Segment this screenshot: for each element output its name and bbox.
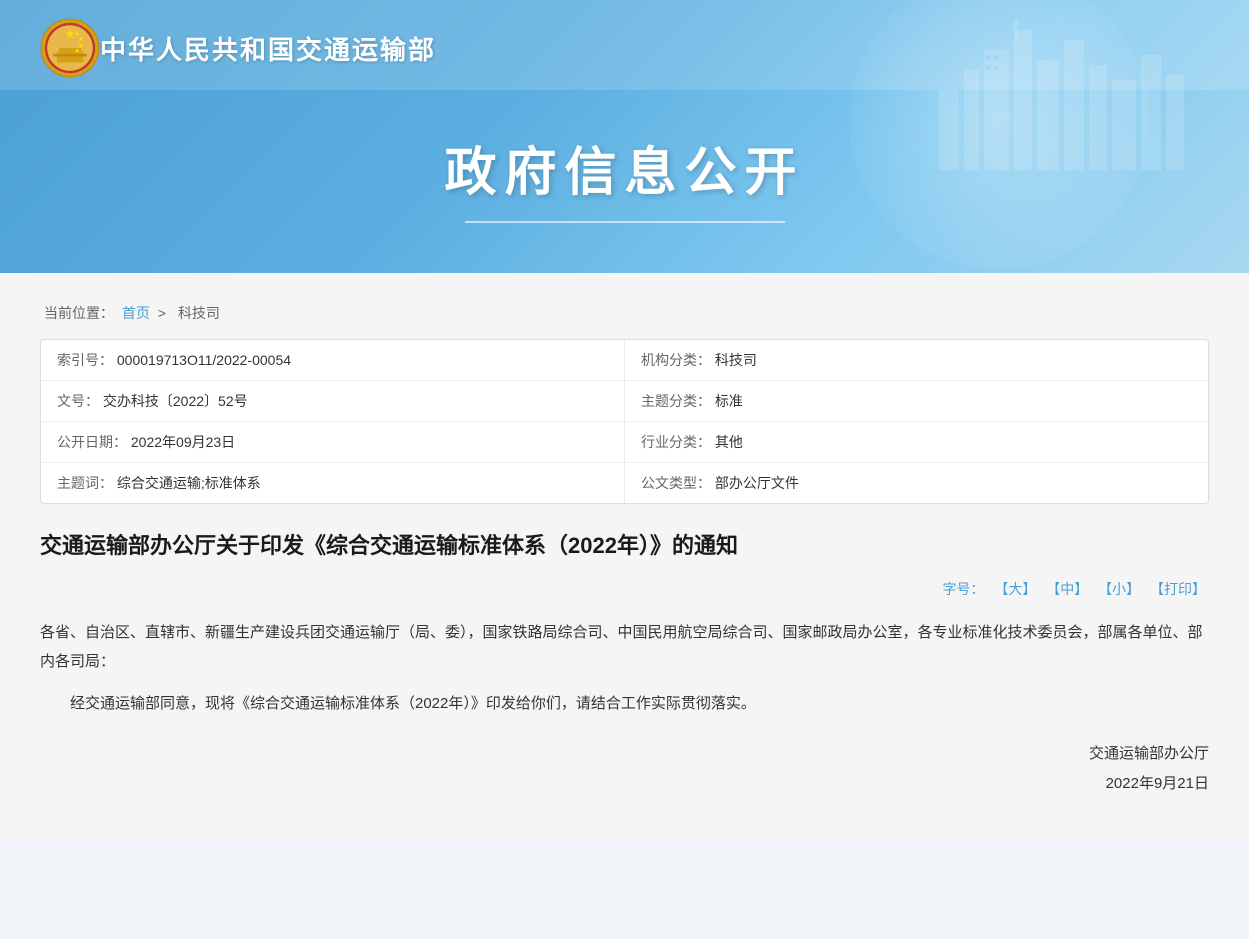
article-recipients: 各省、自治区、直辖市、新疆生产建设兵团交通运输厅（局、委），国家铁路局综合司、中…	[40, 619, 1209, 676]
info-value-gongwen: 部办公厅文件	[715, 475, 799, 491]
article-title: 交通运输部办公厅关于印发《综合交通运输标准体系（2022年）》的通知	[40, 528, 1209, 563]
info-value-suoyinhao: 000019713O11/2022-00054	[117, 352, 291, 368]
article-footer: 交通运输部办公厅 2022年9月21日	[40, 739, 1209, 799]
info-row-4: 主题词： 综合交通运输;标准体系 公文类型： 部办公厅文件	[41, 463, 1208, 504]
info-row-3: 公开日期： 2022年09月23日 行业分类： 其他	[41, 422, 1208, 463]
info-value-zhutici: 综合交通运输;标准体系	[117, 475, 261, 491]
font-size-label: 字号：	[942, 581, 984, 597]
info-label-zhutici: 主题词：	[57, 475, 113, 491]
site-title: 中华人民共和国交通运输部	[100, 30, 436, 67]
content-area: 当前位置： 首页 > 科技司 索引号： 000019713O11/2022-00…	[0, 273, 1249, 839]
info-label-gongwen: 公文类型：	[641, 475, 711, 491]
breadcrumb-separator: >	[158, 305, 166, 321]
info-label-jigou: 机构分类：	[641, 352, 711, 368]
font-medium-button[interactable]: 【中】	[1046, 581, 1088, 597]
breadcrumb: 当前位置： 首页 > 科技司	[40, 293, 1209, 339]
breadcrumb-home[interactable]: 首页	[122, 305, 150, 321]
banner-title: 政府信息公开	[0, 130, 1249, 205]
breadcrumb-label: 当前位置：	[44, 305, 114, 321]
header-banner: 政府信息公开	[0, 90, 1249, 273]
info-card: 索引号： 000019713O11/2022-00054 机构分类： 科技司 文…	[40, 339, 1209, 504]
article-body-text: 经交通运输部同意，现将《综合交通运输标准体系（2022年）》印发给你们，请结合工…	[40, 690, 1209, 719]
info-table: 索引号： 000019713O11/2022-00054 机构分类： 科技司 文…	[41, 340, 1208, 503]
print-button[interactable]: 【打印】	[1150, 581, 1206, 597]
info-value-wenhao: 交办科技〔2022〕52号	[103, 393, 248, 409]
national-emblem	[40, 18, 100, 78]
info-row-1: 索引号： 000019713O11/2022-00054 机构分类： 科技司	[41, 340, 1208, 381]
footer-org: 交通运输部办公厅	[40, 739, 1209, 769]
page-header: 中华人民共和国交通运输部 政府信息公开	[0, 0, 1249, 273]
font-small-button[interactable]: 【小】	[1098, 581, 1140, 597]
info-value-date: 2022年09月23日	[131, 434, 235, 450]
info-label-wenhao: 文号：	[57, 393, 99, 409]
info-label-zhuti: 主题分类：	[641, 393, 711, 409]
info-label-suoyinhao: 索引号：	[57, 352, 113, 368]
font-large-button[interactable]: 【大】	[994, 581, 1036, 597]
info-value-zhuti: 标准	[715, 393, 743, 409]
breadcrumb-current: 科技司	[178, 305, 220, 321]
info-label-hangye: 行业分类：	[641, 434, 711, 450]
info-value-jigou: 科技司	[715, 352, 757, 368]
footer-date: 2022年9月21日	[40, 769, 1209, 799]
font-controls: 字号： 【大】 【中】 【小】 【打印】	[40, 579, 1209, 599]
info-label-date: 公开日期：	[57, 434, 127, 450]
info-row-2: 文号： 交办科技〔2022〕52号 主题分类： 标准	[41, 381, 1208, 422]
article-body: 各省、自治区、直辖市、新疆生产建设兵团交通运输厅（局、委），国家铁路局综合司、中…	[40, 619, 1209, 719]
info-value-hangye: 其他	[715, 434, 743, 450]
